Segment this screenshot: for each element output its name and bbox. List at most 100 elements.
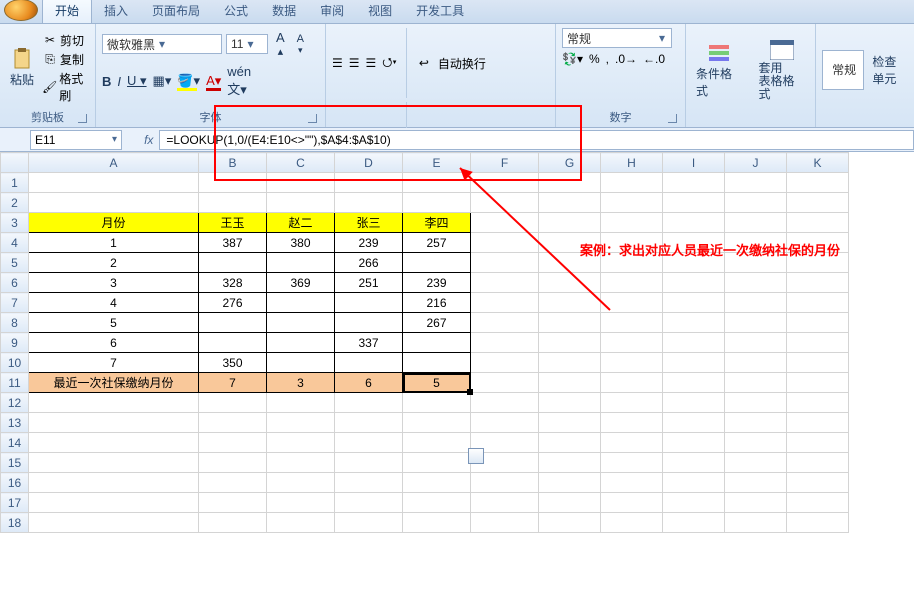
active-cell[interactable]: 5 bbox=[403, 373, 471, 393]
col-header[interactable]: H bbox=[601, 153, 663, 173]
cell[interactable]: 6 bbox=[29, 333, 199, 353]
col-header[interactable]: F bbox=[471, 153, 539, 173]
office-button[interactable] bbox=[4, 0, 38, 21]
cell[interactable]: 337 bbox=[335, 333, 403, 353]
cell[interactable]: 1 bbox=[29, 233, 199, 253]
tab-review[interactable]: 审阅 bbox=[308, 0, 356, 23]
cell[interactable] bbox=[199, 313, 267, 333]
cell[interactable] bbox=[267, 353, 335, 373]
cell[interactable]: 李四 bbox=[403, 213, 471, 233]
cell[interactable] bbox=[403, 333, 471, 353]
row-header[interactable]: 3 bbox=[1, 213, 29, 233]
tab-dev[interactable]: 开发工具 bbox=[404, 0, 476, 23]
percent-button[interactable]: % bbox=[589, 52, 600, 66]
cell[interactable]: 3 bbox=[267, 373, 335, 393]
row-header[interactable]: 15 bbox=[1, 453, 29, 473]
cell[interactable]: 257 bbox=[403, 233, 471, 253]
cell[interactable] bbox=[335, 353, 403, 373]
cell[interactable]: 350 bbox=[199, 353, 267, 373]
cell-style-normal[interactable]: 常规 bbox=[822, 50, 864, 90]
row-header[interactable]: 7 bbox=[1, 293, 29, 313]
font-color-button[interactable]: A▾ bbox=[206, 73, 221, 89]
row-header[interactable]: 12 bbox=[1, 393, 29, 413]
col-header[interactable]: K bbox=[787, 153, 849, 173]
tab-insert[interactable]: 插入 bbox=[92, 0, 140, 23]
cell[interactable]: 239 bbox=[335, 233, 403, 253]
row-header[interactable]: 4 bbox=[1, 233, 29, 253]
row-header[interactable]: 11 bbox=[1, 373, 29, 393]
cell[interactable]: 266 bbox=[335, 253, 403, 273]
name-box[interactable]: E11 ▾ bbox=[30, 130, 122, 150]
cell[interactable]: 239 bbox=[403, 273, 471, 293]
autofill-options-button[interactable] bbox=[468, 448, 484, 464]
orientation-button[interactable]: ⭯▾ bbox=[382, 53, 397, 74]
row-header[interactable]: 6 bbox=[1, 273, 29, 293]
cell[interactable]: 216 bbox=[403, 293, 471, 313]
row-header[interactable]: 16 bbox=[1, 473, 29, 493]
cell[interactable]: 4 bbox=[29, 293, 199, 313]
comma-button[interactable]: , bbox=[606, 52, 609, 66]
underline-button[interactable]: U ▾ bbox=[127, 73, 147, 89]
row-header[interactable]: 9 bbox=[1, 333, 29, 353]
paste-button[interactable]: 粘贴 bbox=[6, 45, 38, 90]
copy-button[interactable]: ⎘复制 bbox=[42, 51, 89, 68]
row-header[interactable]: 8 bbox=[1, 313, 29, 333]
border-button[interactable]: ▦▾ bbox=[153, 73, 172, 89]
col-header[interactable]: G bbox=[539, 153, 601, 173]
row-header[interactable]: 18 bbox=[1, 513, 29, 533]
cell[interactable] bbox=[267, 253, 335, 273]
cell[interactable]: 最近一次社保缴纳月份 bbox=[29, 373, 199, 393]
conditional-format-button[interactable]: 条件格式 bbox=[692, 39, 747, 101]
tab-home[interactable]: 开始 bbox=[42, 0, 92, 23]
phonetic-button[interactable]: wén文▾ bbox=[227, 64, 251, 98]
col-header[interactable]: J bbox=[725, 153, 787, 173]
cell[interactable] bbox=[403, 253, 471, 273]
col-header[interactable]: A bbox=[29, 153, 199, 173]
cell[interactable]: 276 bbox=[199, 293, 267, 313]
cell[interactable]: 5 bbox=[29, 313, 199, 333]
cell[interactable]: 王玉 bbox=[199, 213, 267, 233]
row-header[interactable]: 13 bbox=[1, 413, 29, 433]
tab-layout[interactable]: 页面布局 bbox=[140, 0, 212, 23]
increase-font-button[interactable]: A▴ bbox=[272, 28, 289, 60]
tab-formula[interactable]: 公式 bbox=[212, 0, 260, 23]
wrap-text-button[interactable]: 自动换行 bbox=[438, 55, 486, 72]
row-header[interactable]: 1 bbox=[1, 173, 29, 193]
col-header[interactable]: C bbox=[267, 153, 335, 173]
col-header[interactable]: B bbox=[199, 153, 267, 173]
table-format-button[interactable]: 套用 表格格式 bbox=[755, 36, 810, 104]
cell[interactable]: 张三 bbox=[335, 213, 403, 233]
cell[interactable] bbox=[267, 333, 335, 353]
cell[interactable] bbox=[335, 293, 403, 313]
cell[interactable]: 7 bbox=[29, 353, 199, 373]
col-header[interactable]: E bbox=[403, 153, 471, 173]
cell[interactable]: 387 bbox=[199, 233, 267, 253]
cell[interactable]: 2 bbox=[29, 253, 199, 273]
cell[interactable]: 380 bbox=[267, 233, 335, 253]
row-header[interactable]: 10 bbox=[1, 353, 29, 373]
row-header[interactable]: 2 bbox=[1, 193, 29, 213]
cell[interactable]: 月份 bbox=[29, 213, 199, 233]
col-header[interactable]: I bbox=[663, 153, 725, 173]
bold-button[interactable]: B bbox=[102, 74, 111, 89]
tab-view[interactable]: 视图 bbox=[356, 0, 404, 23]
cell[interactable] bbox=[335, 313, 403, 333]
font-size-combo[interactable]: 11▾ bbox=[226, 34, 268, 54]
row-header[interactable]: 14 bbox=[1, 433, 29, 453]
decrease-decimal-button[interactable]: ←.0 bbox=[643, 52, 665, 66]
align-middle-button[interactable]: ☰ bbox=[349, 56, 360, 70]
align-top-button[interactable]: ☰ bbox=[332, 56, 343, 70]
font-name-combo[interactable]: 微软雅黑▾ bbox=[102, 34, 222, 54]
tab-data[interactable]: 数据 bbox=[260, 0, 308, 23]
number-format-combo[interactable]: 常规▾ bbox=[562, 28, 672, 48]
cell[interactable] bbox=[199, 333, 267, 353]
cell[interactable] bbox=[267, 293, 335, 313]
fill-color-button[interactable]: 🪣▾ bbox=[177, 73, 200, 89]
worksheet-grid[interactable]: A B C D E F G H I J K 1 2 3 月份 王玉 bbox=[0, 152, 914, 595]
cell[interactable]: 3 bbox=[29, 273, 199, 293]
cell[interactable]: 369 bbox=[267, 273, 335, 293]
col-header[interactable]: D bbox=[335, 153, 403, 173]
cell[interactable] bbox=[403, 353, 471, 373]
cut-button[interactable]: ✂剪切 bbox=[42, 32, 89, 49]
cell[interactable] bbox=[199, 253, 267, 273]
